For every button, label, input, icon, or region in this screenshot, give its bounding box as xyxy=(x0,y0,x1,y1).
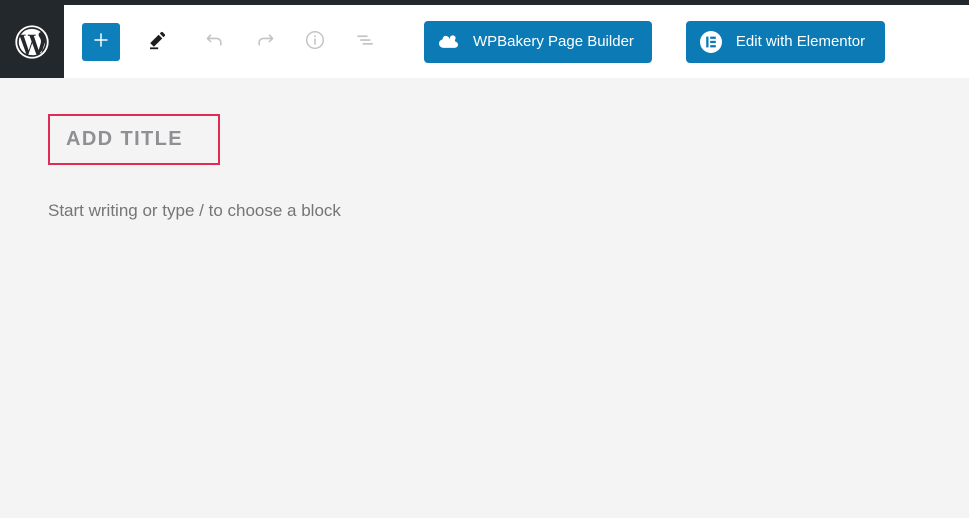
wordpress-logo-icon xyxy=(12,22,52,62)
undo-button[interactable] xyxy=(196,23,234,61)
edit-with-elementor-button[interactable]: Edit with Elementor xyxy=(685,20,886,63)
editor-canvas: ADD TITLE Start writing or type / to cho… xyxy=(0,78,969,518)
editor-screen: WPBakery Page Builder Edit with Elemento… xyxy=(0,0,969,518)
block-inserter-button[interactable] xyxy=(82,22,120,61)
redo-arrow-icon xyxy=(253,28,277,55)
wpbakery-page-builder-button[interactable]: WPBakery Page Builder xyxy=(424,20,652,63)
elementor-logo-icon xyxy=(699,30,723,54)
list-view-icon xyxy=(353,28,377,55)
post-title-field[interactable]: ADD TITLE xyxy=(48,114,220,165)
editor-header: WPBakery Page Builder Edit with Elemento… xyxy=(0,5,969,78)
details-button[interactable] xyxy=(296,23,334,61)
wordpress-logo-button[interactable] xyxy=(0,5,64,78)
elementor-button-label: Edit with Elementor xyxy=(735,33,866,50)
paragraph-block-placeholder[interactable]: Start writing or type / to choose a bloc… xyxy=(48,201,341,221)
redo-button[interactable] xyxy=(246,23,284,61)
wpbakery-cloud-icon xyxy=(438,33,460,51)
post-title-placeholder: ADD TITLE xyxy=(66,128,184,150)
wpbakery-button-label: WPBakery Page Builder xyxy=(473,33,634,50)
list-view-button[interactable] xyxy=(346,23,384,61)
plus-icon xyxy=(90,29,112,54)
editor-toolbar: WPBakery Page Builder Edit with Elemento… xyxy=(64,5,886,78)
info-circle-icon xyxy=(303,28,327,55)
pencil-icon xyxy=(145,28,169,55)
undo-arrow-icon xyxy=(203,28,227,55)
tools-pencil-button[interactable] xyxy=(138,23,176,61)
